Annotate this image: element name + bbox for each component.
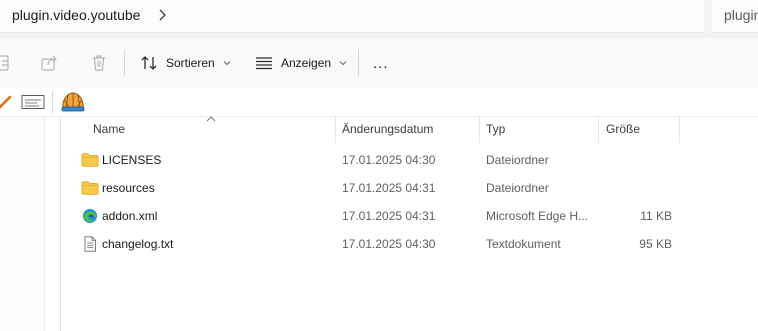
pane-divider[interactable] — [60, 117, 61, 331]
chevron-right-icon[interactable] — [156, 6, 170, 24]
search-box[interactable]: plugin — [712, 0, 758, 33]
command-bar: Sortieren Anzeigen ... — [0, 38, 758, 89]
file-type: Dateiordner — [486, 181, 549, 195]
file-date: 17.01.2025 04:31 — [342, 209, 436, 223]
file-name: changelog.txt — [102, 237, 174, 251]
quick-access-toolbar — [0, 88, 758, 117]
share-file-icon[interactable] — [0, 54, 14, 72]
toolbar-separator — [52, 91, 53, 113]
column-separator[interactable] — [479, 117, 480, 143]
shell-icon[interactable] — [60, 90, 86, 114]
text-file-icon — [84, 236, 96, 252]
sort-ascending-icon — [206, 116, 216, 122]
share-icon[interactable] — [40, 54, 60, 72]
search-input[interactable]: plugin — [724, 7, 758, 23]
file-name: LICENSES — [102, 153, 162, 167]
edge-icon — [83, 209, 97, 223]
file-row[interactable]: changelog.txt 17.01.2025 04:30 Textdokum… — [62, 230, 758, 258]
folder-icon — [81, 181, 99, 195]
command-separator — [358, 50, 359, 76]
chevron-down-icon — [223, 61, 231, 66]
more-options-button[interactable]: ... — [373, 48, 389, 78]
file-date: 17.01.2025 04:30 — [342, 153, 436, 167]
file-date: 17.01.2025 04:30 — [342, 237, 436, 251]
folder-icon — [81, 153, 99, 167]
pencil-icon[interactable] — [0, 93, 14, 111]
file-row[interactable]: LICENSES 17.01.2025 04:30 Dateiordner — [62, 146, 758, 174]
column-separator[interactable] — [679, 117, 680, 143]
column-separator[interactable] — [598, 117, 599, 143]
column-header-name[interactable]: Name — [93, 122, 125, 136]
file-date: 17.01.2025 04:31 — [342, 181, 436, 195]
column-header-date[interactable]: Änderungsdatum — [342, 122, 433, 136]
command-separator — [124, 50, 125, 76]
file-name: resources — [102, 181, 155, 195]
file-type: Textdokument — [486, 237, 561, 251]
file-type: Dateiordner — [486, 153, 549, 167]
view-icon — [256, 57, 272, 70]
file-row[interactable]: addon.xml 17.01.2025 04:31 Microsoft Edg… — [62, 202, 758, 230]
view-button[interactable]: Anzeigen — [255, 48, 347, 78]
column-header-type[interactable]: Typ — [486, 122, 505, 136]
file-size: 11 KB — [640, 209, 672, 223]
view-label: Anzeigen — [281, 56, 332, 70]
column-header-size[interactable]: Größe — [606, 122, 640, 136]
navigation-pane[interactable] — [0, 117, 45, 331]
address-bar-row: plugin.video.youtube plugin — [0, 0, 758, 38]
address-path[interactable]: plugin.video.youtube — [12, 7, 140, 23]
file-type: Microsoft Edge H... — [486, 209, 589, 223]
sort-icon — [141, 56, 157, 70]
column-separator[interactable] — [335, 117, 336, 143]
file-size: 95 KB — [639, 237, 672, 251]
file-name: addon.xml — [102, 209, 158, 223]
sort-button[interactable]: Sortieren — [140, 48, 231, 78]
sort-label: Sortieren — [166, 56, 215, 70]
delete-icon[interactable] — [89, 53, 109, 73]
email-icon[interactable] — [21, 94, 45, 110]
chevron-down-icon — [339, 61, 347, 66]
file-row[interactable]: resources 17.01.2025 04:31 Dateiordner — [62, 174, 758, 202]
address-bar[interactable]: plugin.video.youtube — [0, 0, 704, 33]
